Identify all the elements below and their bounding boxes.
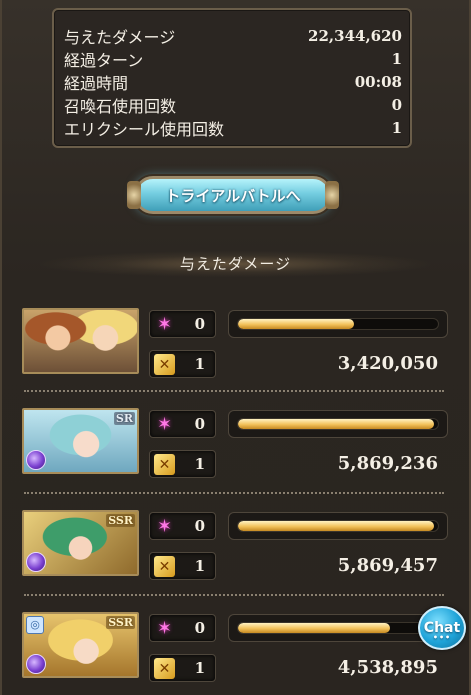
ougi-gauge: [228, 310, 448, 338]
ougi-gauge: [228, 512, 448, 540]
button-cap-right: [325, 181, 339, 209]
damage-value: 4,538,895: [337, 657, 438, 678]
charge-attack-counter: ✕ 1: [149, 654, 216, 682]
damage-value: 5,869,457: [337, 555, 438, 576]
character-portrait[interactable]: ◎ SSR: [22, 612, 139, 678]
row-separator: [24, 594, 444, 596]
sparkle-icon: ✶: [156, 313, 173, 335]
ability-count: 0: [194, 315, 205, 333]
charge-attack-count: 1: [194, 455, 205, 473]
charge-attack-icon: ✕: [154, 354, 175, 375]
gauge-fill: [238, 521, 434, 531]
chat-dots: •••: [432, 633, 452, 642]
gauge-track: [237, 622, 439, 634]
stat-label: 経過ターン: [64, 50, 144, 70]
dark-element-icon: [26, 552, 46, 572]
sparkle-icon: ✶: [156, 515, 173, 537]
character-row: SSR ✶ 0 ✕ 1 5,869,457: [22, 510, 448, 602]
character-row: ◎ SSR ✶ 0 ✕ 1 4,538,895: [22, 612, 448, 695]
stat-value: 1: [391, 118, 402, 137]
ougi-gauge: [228, 614, 448, 642]
sparkle-icon: ✶: [156, 617, 173, 639]
damage-value: 3,420,050: [337, 353, 438, 374]
character-row: ✶ 0 ✕ 1 3,420,050: [22, 308, 448, 400]
stat-label: 経過時間: [64, 73, 129, 93]
character-row: SR ✶ 0 ✕ 1 5,869,236: [22, 408, 448, 500]
stat-row-turns: 経過ターン 1: [64, 47, 402, 70]
battle-stats-box: 与えたダメージ 22,344,620 経過ターン 1 経過時間 00:08 召喚…: [52, 8, 412, 148]
stat-label: 与えたダメージ: [64, 27, 176, 47]
character-portrait[interactable]: [22, 308, 139, 374]
sparkle-icon: ✶: [156, 413, 173, 435]
trial-battle-button[interactable]: トライアルバトルへ: [127, 176, 339, 214]
button-cap-left: [127, 181, 141, 209]
stat-label: 召喚石使用回数: [64, 96, 177, 116]
character-portrait[interactable]: SSR: [22, 510, 139, 576]
ability-counter: ✶ 0: [149, 310, 216, 338]
charge-attack-count: 1: [194, 659, 205, 677]
charge-attack-counter: ✕ 1: [149, 350, 216, 378]
rarity-badge: SR: [113, 412, 135, 425]
ougi-gauge: [228, 410, 448, 438]
ability-count: 0: [194, 517, 205, 535]
stat-row-summon-uses: 召喚石使用回数 0: [64, 93, 402, 116]
stat-row-damage: 与えたダメージ 22,344,620: [64, 24, 402, 47]
portrait-art: [24, 310, 137, 372]
chat-button[interactable]: Chat •••: [418, 606, 466, 650]
gauge-track: [237, 520, 439, 532]
stat-row-elixir-uses: エリクシール使用回数 1: [64, 116, 402, 139]
gauge-track: [237, 418, 439, 430]
charge-attack-count: 1: [194, 557, 205, 575]
charge-attack-icon: ✕: [154, 556, 175, 577]
trial-battle-label: トライアルバトルへ: [165, 186, 301, 205]
ability-counter: ✶ 0: [149, 410, 216, 438]
rarity-badge: SSR: [106, 514, 135, 527]
stat-value: 00:08: [354, 72, 402, 91]
dark-element-icon: [26, 450, 46, 470]
gauge-fill: [238, 419, 434, 429]
ring-icon: ◎: [26, 616, 44, 634]
stat-value: 22,344,620: [308, 26, 402, 45]
row-separator: [24, 492, 444, 494]
charge-attack-count: 1: [194, 355, 205, 373]
damage-value: 5,869,236: [337, 453, 438, 474]
row-separator: [24, 390, 444, 392]
gauge-fill: [238, 623, 390, 633]
ability-counter: ✶ 0: [149, 614, 216, 642]
charge-attack-counter: ✕ 1: [149, 450, 216, 478]
stat-row-time: 経過時間 00:08: [64, 70, 402, 93]
stat-value: 0: [391, 95, 402, 114]
ability-counter: ✶ 0: [149, 512, 216, 540]
character-portrait[interactable]: SR: [22, 408, 139, 474]
charge-attack-icon: ✕: [154, 454, 175, 475]
rarity-badge: SSR: [106, 616, 135, 629]
stat-label: エリクシール使用回数: [64, 119, 225, 139]
charge-attack-icon: ✕: [154, 658, 175, 679]
gauge-track: [237, 318, 439, 330]
ability-count: 0: [194, 619, 205, 637]
charge-attack-counter: ✕ 1: [149, 552, 216, 580]
ability-count: 0: [194, 415, 205, 433]
damage-section-heading: 与えたダメージ: [179, 255, 292, 273]
gauge-fill: [238, 319, 354, 329]
dark-element-icon: [26, 654, 46, 674]
stat-value: 1: [391, 49, 402, 68]
